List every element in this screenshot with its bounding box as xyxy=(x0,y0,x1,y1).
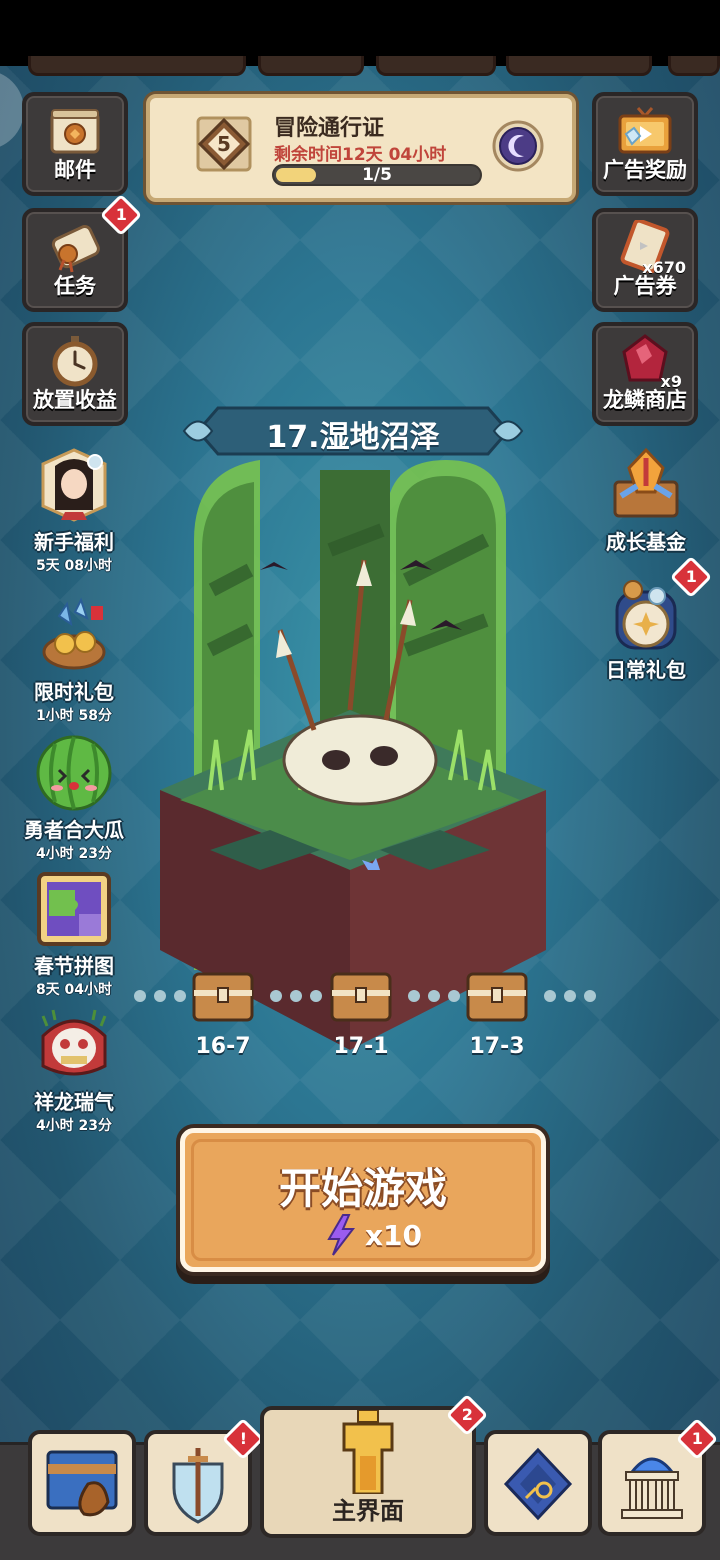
energy-cost-value: x10 xyxy=(365,1218,423,1252)
checkpoint-chest-icon[interactable] xyxy=(192,968,254,1024)
temple-badge-count: 1 xyxy=(691,1429,703,1449)
watermelon-icon xyxy=(35,734,113,812)
event-name: 祥龙瑞气 xyxy=(34,1090,114,1114)
event-limited-pack[interactable]: 限时礼包 1小时 58分 xyxy=(4,596,144,725)
event-timer: 5天 08小时 xyxy=(35,558,113,574)
pass-remaining-time: 剩余时间12天 04小时 xyxy=(274,145,447,165)
mail-label: 邮件 xyxy=(54,158,96,182)
checkpoint-label: 17-3 xyxy=(469,1034,525,1059)
growth-fund-chest-icon xyxy=(607,446,685,524)
treasure-pile-icon xyxy=(35,596,113,674)
pass-level-number: 5 xyxy=(217,132,231,156)
progress-dot xyxy=(154,990,166,1002)
event-timer: 8天 04小时 xyxy=(35,982,113,998)
event-name: 日常礼包 xyxy=(606,658,686,682)
event-name: 新手福利 xyxy=(34,530,114,554)
resource-pill-1[interactable] xyxy=(28,56,246,76)
pass-title: 冒险通行证 xyxy=(274,116,385,141)
progress-dot xyxy=(564,990,576,1002)
event-spring-puzzle[interactable]: 春节拼图 8天 04小时 xyxy=(4,870,144,999)
dragon-scale-shop-label: 龙鳞商店 xyxy=(603,388,687,412)
progress-dot xyxy=(544,990,556,1002)
event-growth-fund[interactable]: 成长基金 xyxy=(576,446,716,555)
progress-dot xyxy=(408,990,420,1002)
event-watermelon-merge[interactable]: 勇者合大瓜 4小时 23分 xyxy=(4,734,144,863)
map-bag-icon xyxy=(44,1444,120,1524)
progress-dot xyxy=(448,990,460,1002)
event-timer: 1小时 58分 xyxy=(35,708,113,724)
equipment-badge-text: ! xyxy=(239,1429,247,1449)
lion-mask-icon xyxy=(35,1006,113,1084)
ad-tv-icon xyxy=(616,104,674,158)
event-auspicious-dragon[interactable]: 祥龙瑞气 4小时 23分 xyxy=(4,1006,144,1135)
checkpoint-chest-icon[interactable] xyxy=(330,968,392,1024)
daily-pack-badge-count: 1 xyxy=(685,567,697,587)
main-screen-badge-count: 2 xyxy=(461,1405,473,1425)
ad-ticket-label: 广告券 xyxy=(613,274,677,298)
ad-reward-label: 广告奖励 xyxy=(603,158,687,182)
progress-dot xyxy=(174,990,186,1002)
dragon-scale-shop-button[interactable]: x9 龙鳞商店 xyxy=(592,322,698,426)
nav-inventory-button[interactable] xyxy=(28,1430,136,1536)
nav-dice-button[interactable] xyxy=(484,1430,592,1536)
heroine-portrait-icon xyxy=(35,446,113,524)
side-drawer-handle[interactable] xyxy=(0,70,24,150)
mail-scroll-icon xyxy=(46,104,104,158)
energy-cost: x10 xyxy=(325,1213,422,1257)
quest-badge-count: 1 xyxy=(115,205,127,225)
checkpoint-chest-icon[interactable] xyxy=(466,968,528,1024)
resource-pill-3[interactable] xyxy=(376,56,496,76)
resource-pill-5[interactable] xyxy=(668,56,720,76)
event-newbie-welfare[interactable]: 新手福利 5天 08小时 xyxy=(4,446,144,575)
game-main-screen: 邮件 任务 1 放置收益 广告奖励 x670 广告券 x9 龙鳞商店 5 冒险通… xyxy=(0,0,720,1560)
resource-pill-4[interactable] xyxy=(506,56,652,76)
pass-level-emblem: 5 xyxy=(194,114,254,174)
progress-dot xyxy=(290,990,302,1002)
checkpoint-label: 17-1 xyxy=(333,1034,389,1059)
moon-medal-icon[interactable] xyxy=(492,120,544,172)
start-game-button[interactable]: 开始游戏 x10 xyxy=(180,1128,546,1272)
stopwatch-icon xyxy=(46,334,104,388)
ad-reward-button[interactable]: 广告奖励 xyxy=(592,92,698,196)
progress-dot xyxy=(428,990,440,1002)
mail-button[interactable]: 邮件 xyxy=(22,92,128,196)
quest-label: 任务 xyxy=(54,274,96,298)
start-game-label: 开始游戏 xyxy=(278,1164,447,1213)
event-name: 限时礼包 xyxy=(34,680,114,704)
idle-income-label: 放置收益 xyxy=(33,388,117,412)
nav-main-screen-button[interactable]: 主界面 xyxy=(260,1406,476,1538)
stage-title: 17.湿地沼泽 xyxy=(266,420,440,455)
puzzle-icon xyxy=(35,870,113,948)
temple-icon xyxy=(614,1444,690,1524)
lightning-energy-icon xyxy=(327,1214,356,1256)
checkpoint-label: 16-7 xyxy=(195,1034,251,1059)
progress-dot xyxy=(270,990,282,1002)
sword-shield-icon xyxy=(160,1444,236,1524)
progress-dot xyxy=(134,990,146,1002)
event-timer: 4小时 23分 xyxy=(35,1118,113,1134)
adventure-pass-card[interactable]: 5 冒险通行证 剩余时间12天 04小时 1/5 xyxy=(146,94,576,202)
daily-gift-jar-icon xyxy=(607,574,685,652)
ad-ticket-button[interactable]: x670 广告券 xyxy=(592,208,698,312)
knight-armor-icon xyxy=(336,1409,400,1496)
pass-progress-bar: 1/5 xyxy=(272,164,482,186)
event-name: 勇者合大瓜 xyxy=(24,818,124,842)
progress-dot xyxy=(310,990,322,1002)
progress-dot xyxy=(584,990,596,1002)
resource-pill-2[interactable] xyxy=(258,56,364,76)
event-timer: 4小时 23分 xyxy=(35,846,113,862)
dice-tiles-icon xyxy=(500,1444,576,1524)
event-name: 成长基金 xyxy=(606,530,686,554)
stage-title-banner: 17.湿地沼泽 xyxy=(178,398,528,464)
quest-scroll-icon xyxy=(46,220,104,274)
nav-main-screen-label: 主界面 xyxy=(332,1497,404,1525)
event-name: 春节拼图 xyxy=(34,954,114,978)
pass-progress-text: 1/5 xyxy=(362,165,392,185)
idle-income-button[interactable]: 放置收益 xyxy=(22,322,128,426)
